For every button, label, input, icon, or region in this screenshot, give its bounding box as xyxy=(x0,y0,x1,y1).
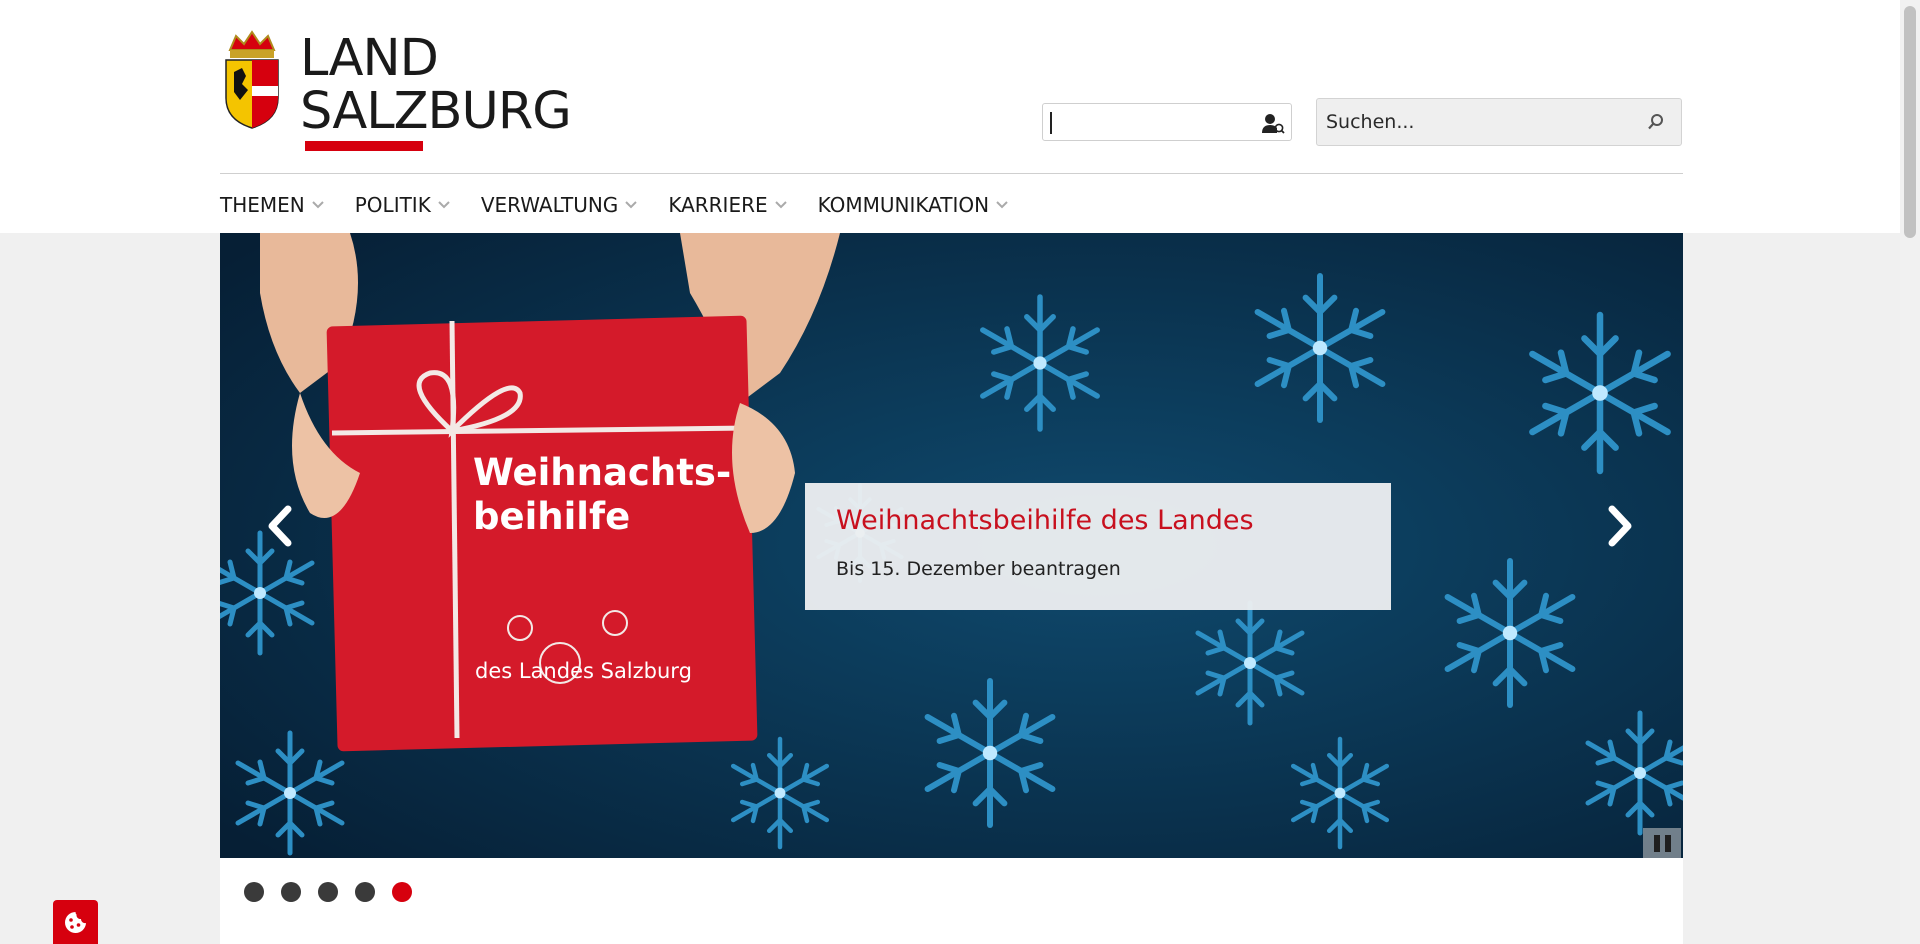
scrollbar-thumb[interactable] xyxy=(1904,6,1916,238)
chevron-down-icon xyxy=(774,201,787,209)
slide-caption-title[interactable]: Weihnachtsbeihilfe des Landes xyxy=(836,505,1254,536)
chevron-down-icon xyxy=(312,201,324,209)
pause-slider-button[interactable] xyxy=(1643,828,1681,858)
search-icon[interactable] xyxy=(1647,113,1665,131)
slide-indicator-5[interactable] xyxy=(392,882,412,902)
coat-of-arms-icon xyxy=(225,30,279,129)
nav-item-label: POLITIK xyxy=(354,193,431,217)
slide-indicators xyxy=(244,882,429,902)
logo-wordmark: LAND SALZBURG xyxy=(300,29,572,141)
search-input[interactable] xyxy=(1326,99,1626,145)
gift-text-line-2: beihilfe xyxy=(473,495,630,538)
logo-underline xyxy=(305,141,423,151)
ident-input[interactable] xyxy=(1042,103,1292,141)
main-navigation: THEMEN POLITIK VERWALTUNG KARRIERE KOMMU… xyxy=(220,188,1039,222)
nav-item-label: KARRIERE xyxy=(668,193,768,217)
chevron-down-icon xyxy=(996,201,1008,209)
cookie-settings-button[interactable] xyxy=(53,900,98,944)
nav-item-karriere[interactable]: KARRIERE xyxy=(668,188,787,222)
nav-item-label: THEMEN xyxy=(220,193,305,217)
pause-icon-bar-right xyxy=(1665,835,1671,852)
slide-caption[interactable]: Weihnachtsbeihilfe des Landes Bis 15. De… xyxy=(805,483,1391,610)
hero-slider: Weihnachts- beihilfe des Landes Salzburg… xyxy=(220,233,1683,858)
previous-slide-arrow-icon[interactable] xyxy=(260,501,300,551)
slide-indicator-3[interactable] xyxy=(318,882,338,902)
gift-text-line-1: Weihnachts- xyxy=(473,451,731,494)
logo-line-2: SALZBURG xyxy=(300,82,572,141)
chevron-down-icon xyxy=(438,201,450,209)
search-box xyxy=(1316,98,1682,146)
nav-item-label: KOMMUNIKATION xyxy=(817,193,990,217)
page-scrollbar[interactable] xyxy=(1900,0,1920,944)
slider-indicator-area xyxy=(220,858,1683,944)
slide-caption-subtitle: Bis 15. Dezember beantragen xyxy=(836,558,1121,580)
slide-indicator-2[interactable] xyxy=(281,882,301,902)
slide-indicator-1[interactable] xyxy=(244,882,264,902)
pause-icon-bar-left xyxy=(1654,835,1660,852)
nav-item-verwaltung[interactable]: VERWALTUNG xyxy=(481,188,638,222)
user-search-icon[interactable] xyxy=(1261,112,1285,134)
slide-indicator-4[interactable] xyxy=(355,882,375,902)
next-slide-arrow-icon[interactable] xyxy=(1600,501,1640,551)
text-cursor xyxy=(1050,112,1052,134)
cookie-icon xyxy=(65,912,86,933)
nav-item-themen[interactable]: THEMEN xyxy=(220,188,325,222)
header-divider xyxy=(220,173,1683,174)
site-logo[interactable]: LAND SALZBURG xyxy=(222,28,572,153)
chevron-down-icon xyxy=(625,201,638,209)
gift-text-line-3: des Landes Salzburg xyxy=(475,659,692,683)
nav-item-kommunikation[interactable]: KOMMUNIKATION xyxy=(818,188,1009,222)
logo-line-1: LAND xyxy=(300,29,439,88)
nav-item-label: VERWALTUNG xyxy=(480,193,619,217)
nav-item-politik[interactable]: POLITIK xyxy=(355,188,451,222)
